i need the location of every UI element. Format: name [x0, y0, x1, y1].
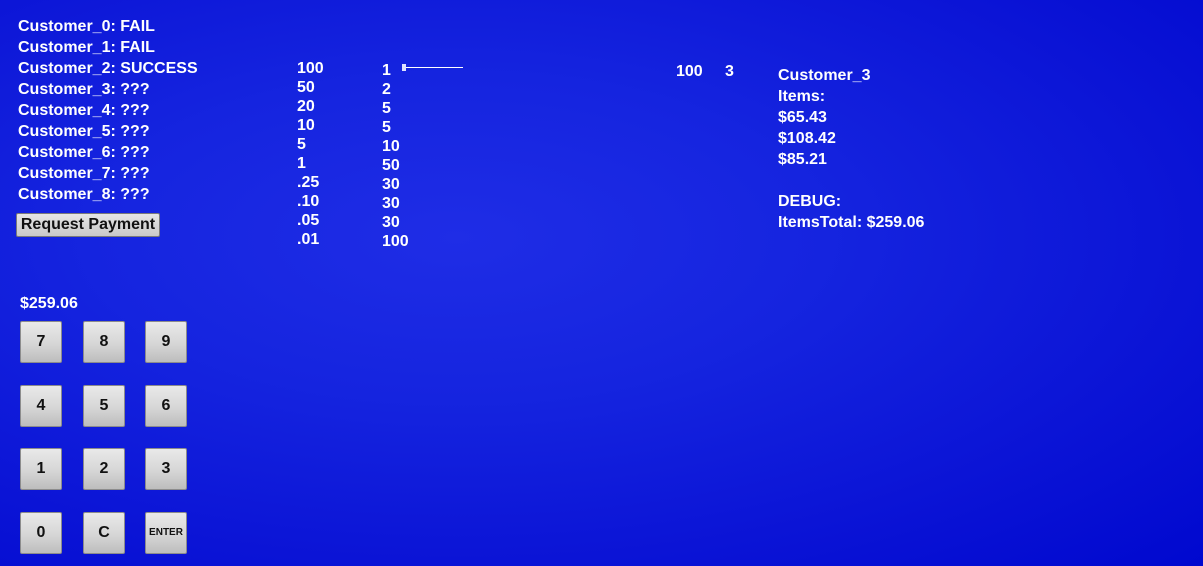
denomination-count: 50	[382, 157, 400, 174]
denomination-value: .01	[297, 231, 320, 248]
denomination-value: 50	[297, 79, 315, 96]
denomination-count: 2	[382, 81, 391, 98]
customer-status-row: Customer_3: ???	[18, 81, 150, 98]
amount-slider[interactable]	[402, 63, 463, 73]
item-price: $85.21	[778, 151, 827, 168]
customer-status: ???	[120, 165, 150, 182]
amount-display: $259.06	[20, 295, 78, 312]
denomination-count: 10	[382, 138, 400, 155]
customer-name: Customer_1	[18, 39, 111, 56]
items-label: Items:	[778, 88, 826, 105]
key-0-button[interactable]: 0	[20, 512, 62, 554]
items-total: ItemsTotal: $259.06	[778, 214, 925, 231]
current-customer-panel: Customer_3 Items: $65.43 $108.42 $85.21 …	[778, 65, 924, 233]
denomination-value: .10	[297, 193, 320, 210]
denomination-value: 20	[297, 98, 315, 115]
customer-status-row: Customer_6: ???	[18, 144, 150, 161]
customer-name: Customer_4	[18, 102, 111, 119]
denomination-count: 100	[382, 233, 409, 250]
denomination-value: .25	[297, 174, 320, 191]
clear-button[interactable]: C	[83, 512, 125, 554]
slider-track	[404, 67, 463, 68]
denomination-count-list: 1 2 5 5 10 50 30 30 30 100	[382, 61, 409, 251]
key-9-button[interactable]: 9	[145, 321, 187, 363]
customer-status: ???	[120, 123, 150, 140]
denomination-value: 1	[297, 155, 306, 172]
customer-status-row: Customer_1: FAIL	[18, 39, 155, 56]
slider-thumb[interactable]	[402, 64, 406, 71]
customer-status: FAIL	[120, 39, 155, 56]
denomination-count: 30	[382, 214, 400, 231]
customer-status: ???	[120, 186, 150, 203]
customer-name: Customer_7	[18, 165, 111, 182]
customer-status: ???	[120, 81, 150, 98]
item-price: $65.43	[778, 109, 827, 126]
customer-status-list: Customer_0: FAIL Customer_1: FAIL Custom…	[18, 16, 198, 205]
customer-name: Customer_3	[18, 81, 111, 98]
stat-value-b: 3	[725, 63, 734, 80]
customer-status-row: Customer_0: FAIL	[18, 18, 155, 35]
key-1-button[interactable]: 1	[20, 448, 62, 490]
key-8-button[interactable]: 8	[83, 321, 125, 363]
enter-button[interactable]: ENTER	[145, 512, 187, 554]
denomination-value: 10	[297, 117, 315, 134]
item-price: $108.42	[778, 130, 836, 147]
request-payment-button[interactable]: Request Payment	[16, 213, 160, 237]
customer-name: Customer_5	[18, 123, 111, 140]
customer-name: Customer_0	[18, 18, 111, 35]
key-7-button[interactable]: 7	[20, 321, 62, 363]
customer-status-row: Customer_4: ???	[18, 102, 150, 119]
customer-status-row: Customer_5: ???	[18, 123, 150, 140]
denomination-count: 5	[382, 119, 391, 136]
key-2-button[interactable]: 2	[83, 448, 125, 490]
customer-name: Customer_2	[18, 60, 111, 77]
customer-status: FAIL	[120, 18, 155, 35]
stat-value-a: 100	[676, 63, 703, 80]
customer-name: Customer_6	[18, 144, 111, 161]
key-3-button[interactable]: 3	[145, 448, 187, 490]
key-4-button[interactable]: 4	[20, 385, 62, 427]
debug-label: DEBUG:	[778, 193, 842, 210]
current-customer-name: Customer_3	[778, 67, 871, 84]
denomination-list: 100 50 20 10 5 1 .25 .10 .05 .01	[297, 59, 324, 249]
denomination-count: 30	[382, 195, 400, 212]
denomination-count: 30	[382, 176, 400, 193]
customer-status-row: Customer_8: ???	[18, 186, 150, 203]
customer-status: SUCCESS	[120, 60, 198, 77]
customer-status: ???	[120, 102, 150, 119]
customer-status-row: Customer_2: SUCCESS	[18, 60, 198, 77]
key-5-button[interactable]: 5	[83, 385, 125, 427]
denomination-value: 100	[297, 60, 324, 77]
denomination-count: 5	[382, 100, 391, 117]
key-6-button[interactable]: 6	[145, 385, 187, 427]
customer-status: ???	[120, 144, 150, 161]
denomination-value: 5	[297, 136, 306, 153]
denomination-value: .05	[297, 212, 320, 229]
customer-status-row: Customer_7: ???	[18, 165, 150, 182]
customer-name: Customer_8	[18, 186, 111, 203]
